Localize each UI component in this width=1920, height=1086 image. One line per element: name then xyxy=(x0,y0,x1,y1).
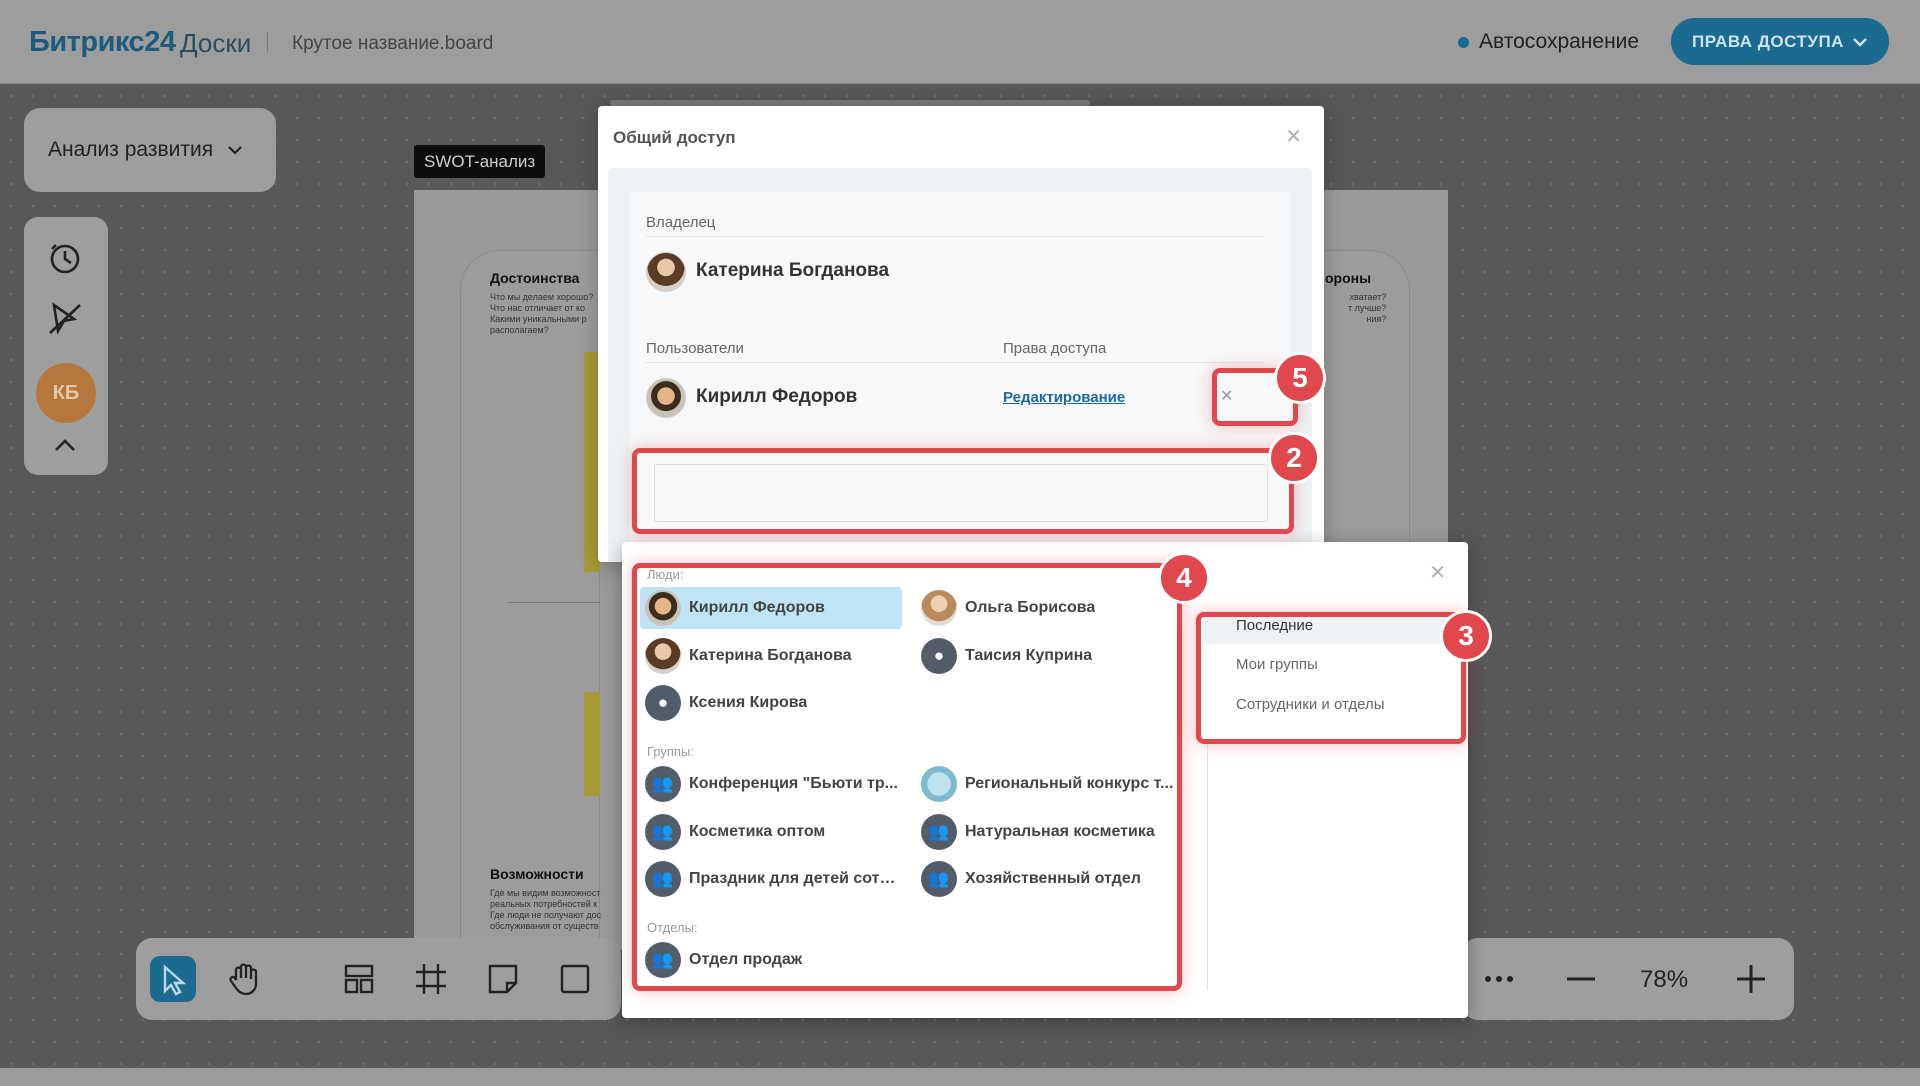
hide-cursors-icon[interactable] xyxy=(44,297,86,339)
step-badge: 2 xyxy=(1268,432,1320,484)
more-options-icon[interactable] xyxy=(1476,956,1522,1002)
bottom-toolbar xyxy=(136,938,621,1020)
select-cursor-icon[interactable] xyxy=(150,956,196,1002)
frame-tool-icon[interactable] xyxy=(408,956,454,1002)
template-layout-icon[interactable] xyxy=(336,956,382,1002)
rights-label: Права доступа xyxy=(1003,340,1107,357)
boards-logo-label: Доски xyxy=(180,28,252,58)
history-icon[interactable] xyxy=(44,237,86,279)
card-divider xyxy=(508,602,600,603)
autosave-status: Автосохранение xyxy=(1458,30,1639,54)
chevron-down-icon xyxy=(228,146,242,155)
divider xyxy=(646,362,1264,363)
top-bar: Битрикс24 Доски Крутое название.board Ав… xyxy=(0,0,1920,84)
shape-square-icon[interactable] xyxy=(552,956,598,1002)
zoom-in-icon[interactable] xyxy=(1728,956,1774,1002)
users-label: Пользователи xyxy=(646,340,744,357)
left-toolbar: КБ xyxy=(24,217,108,475)
owner-name: Катерина Богданова xyxy=(696,260,890,281)
zoom-toolbar: 78% xyxy=(1462,938,1794,1020)
autosave-dot-icon xyxy=(1458,36,1469,48)
step-badge: 3 xyxy=(1440,610,1492,662)
weaknesses-text: хватает? т лучше? ния? xyxy=(1348,292,1387,324)
frame-selector[interactable]: Анализ развития xyxy=(24,108,276,192)
frame-label[interactable]: SWOT-анализ xyxy=(414,145,546,178)
step-badge: 5 xyxy=(1274,352,1326,404)
bottom-strip xyxy=(0,1068,1920,1086)
zoom-out-icon[interactable] xyxy=(1558,956,1604,1002)
owner-label: Владелец xyxy=(646,214,716,231)
bitrix24-logo[interactable]: Битрикс24 xyxy=(29,26,176,59)
header-divider xyxy=(267,32,268,52)
highlight-box-search xyxy=(632,448,1294,534)
hand-pan-icon[interactable] xyxy=(222,956,268,1002)
highlight-box-tabs xyxy=(1196,612,1466,744)
opportunities-heading: Возможности xyxy=(490,866,584,882)
step-badge: 4 xyxy=(1158,552,1210,604)
access-right-dropdown[interactable]: Редактирование xyxy=(1003,389,1125,406)
tabs-divider xyxy=(1207,740,1208,990)
modal-title: Общий доступ xyxy=(613,128,736,147)
weaknesses-heading: ороны xyxy=(1325,270,1372,286)
zoom-level: 78% xyxy=(1640,966,1689,993)
user-name: Кирилл Федоров xyxy=(696,386,858,407)
user-avatar[interactable]: КБ xyxy=(36,363,96,423)
close-icon[interactable]: ✕ xyxy=(1285,124,1302,149)
close-icon[interactable]: ✕ xyxy=(1429,560,1446,585)
highlight-box-list xyxy=(632,563,1182,991)
user-avatar xyxy=(646,378,686,418)
access-rights-button[interactable]: ПРАВА ДОСТУПА xyxy=(1671,18,1889,65)
chevron-down-icon xyxy=(1853,37,1867,47)
strengths-text: Что мы делаем хорошо? Что нас отличает о… xyxy=(490,292,594,335)
strengths-heading: Достоинства xyxy=(490,270,580,286)
board-name[interactable]: Крутое название.board xyxy=(292,33,493,55)
sticky-note-icon[interactable] xyxy=(480,956,526,1002)
owner-avatar xyxy=(646,252,686,292)
opportunities-text: Где мы видим возможност реальных потребн… xyxy=(490,888,602,931)
divider xyxy=(646,236,1264,237)
sticky-note[interactable] xyxy=(584,692,600,796)
chevron-up-icon[interactable] xyxy=(44,425,86,467)
strengths-card[interactable] xyxy=(460,250,600,950)
